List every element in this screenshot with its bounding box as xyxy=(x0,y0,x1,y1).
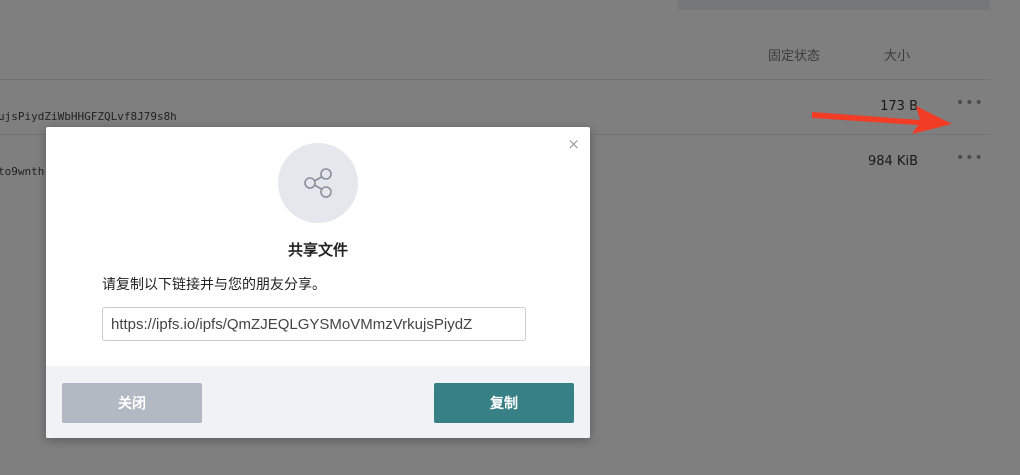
close-icon[interactable]: × xyxy=(567,135,580,153)
share-link-input[interactable] xyxy=(102,307,526,341)
share-file-dialog: × 共享文件 请复制以下链接并与您的朋友分享。 关闭 复制 xyxy=(46,127,590,438)
red-arrow-annotation xyxy=(812,106,952,134)
copy-button[interactable]: 复制 xyxy=(434,383,574,423)
dialog-title: 共享文件 xyxy=(287,241,348,259)
share-icon-badge xyxy=(278,143,358,223)
close-button[interactable]: 关闭 xyxy=(62,383,202,423)
share-icon xyxy=(304,168,332,198)
dialog-footer: 关闭 复制 xyxy=(46,366,590,438)
dialog-description: 请复制以下链接并与您的朋友分享。 xyxy=(102,277,326,293)
